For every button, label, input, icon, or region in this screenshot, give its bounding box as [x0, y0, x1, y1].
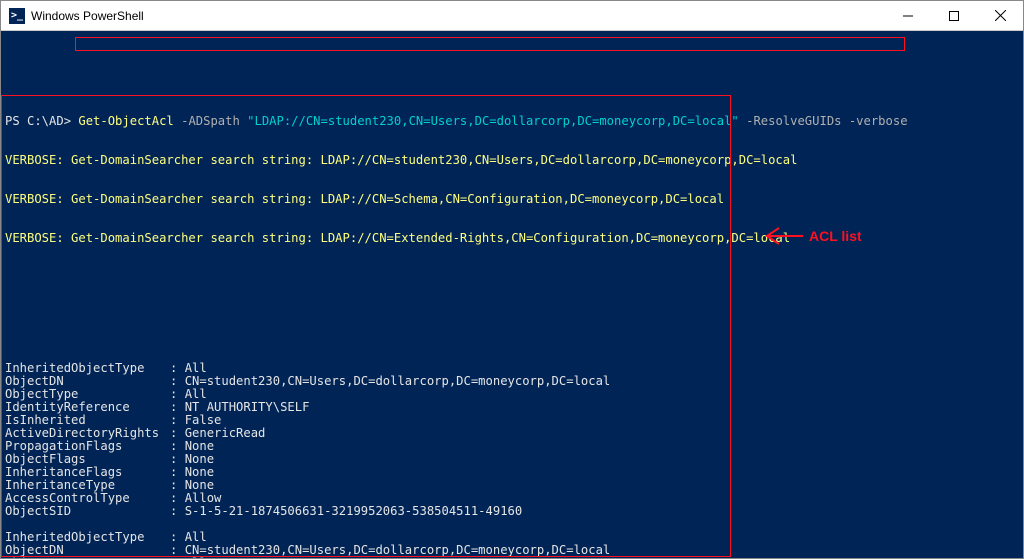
acl-field-key: ObjectType: [5, 557, 170, 558]
acl-field-value: None: [185, 465, 214, 479]
verbose-line: VERBOSE: Get-DomainSearcher search strin…: [5, 193, 1019, 206]
blank-line: [5, 310, 1019, 323]
command-line: PS C:\AD> Get-ObjectAcl -ADSpath "LDAP:/…: [5, 115, 1019, 128]
acl-field-value: None: [185, 478, 214, 492]
blank-line: [5, 271, 1019, 284]
acl-field-row: IdentityReference: NT AUTHORITY\SELF: [5, 401, 1019, 414]
powershell-icon: >_: [9, 8, 25, 24]
acl-field-value: All: [185, 530, 207, 544]
acl-field-row: InheritanceFlags: None: [5, 466, 1019, 479]
acl-field-row: ObjectDN: CN=student230,CN=Users,DC=doll…: [5, 544, 1019, 557]
param-adspath: -ADSpath: [174, 114, 247, 128]
acl-field-value: S-1-5-21-1874506631-3219952063-538504511…: [185, 504, 523, 518]
acl-field-key: ObjectSID: [5, 505, 170, 518]
acl-field-value: NT AUTHORITY\SELF: [185, 400, 310, 414]
verbose-line: VERBOSE: Get-DomainSearcher search strin…: [5, 232, 1019, 245]
blank-line: [5, 518, 1019, 531]
ldap-string: "LDAP://CN=student230,CN=Users,DC=dollar…: [247, 114, 739, 128]
acl-field-row: ObjectDN: CN=student230,CN=Users,DC=doll…: [5, 375, 1019, 388]
maximize-button[interactable]: [931, 1, 977, 30]
acl-field-row: ObjectFlags: None: [5, 453, 1019, 466]
acl-field-colon: :: [170, 557, 185, 558]
acl-field-value: None: [185, 452, 214, 466]
window-controls: [885, 1, 1023, 30]
acl-field-value: CN=student230,CN=Users,DC=dollarcorp,DC=…: [185, 374, 611, 388]
acl-field-row: InheritanceType: None: [5, 479, 1019, 492]
acl-field-colon: :: [170, 505, 185, 518]
minimize-button[interactable]: [885, 1, 931, 30]
acl-field-row: PropagationFlags: None: [5, 440, 1019, 453]
acl-field-value: All: [185, 387, 207, 401]
acl-field-row: ObjectType: All: [5, 388, 1019, 401]
window-title: Windows PowerShell: [31, 9, 885, 23]
verbose-line: VERBOSE: Get-DomainSearcher search strin…: [5, 154, 1019, 167]
param-tail: -ResolveGUIDs -verbose: [739, 114, 908, 128]
acl-field-value: CN=student230,CN=Users,DC=dollarcorp,DC=…: [185, 543, 611, 557]
cmdlet-name: Get-ObjectAcl: [78, 114, 173, 128]
acl-field-row: ObjectSID: S-1-5-21-1874506631-321995206…: [5, 505, 1019, 518]
acl-field-row: ObjectType: All: [5, 557, 1019, 558]
acl-field-value: False: [185, 413, 222, 427]
ps-prompt: PS C:\AD>: [5, 114, 78, 128]
acl-field-value: Allow: [185, 491, 222, 505]
acl-field-value: GenericRead: [185, 426, 266, 440]
acl-records: InheritedObjectType: AllObjectDN: CN=stu…: [5, 362, 1019, 558]
close-button[interactable]: [977, 1, 1023, 30]
acl-field-row: ActiveDirectoryRights: GenericRead: [5, 427, 1019, 440]
command-highlight-box: [75, 37, 905, 51]
acl-field-value: None: [185, 439, 214, 453]
acl-field-value: All: [185, 556, 207, 558]
titlebar[interactable]: >_ Windows PowerShell: [1, 1, 1023, 31]
terminal-area[interactable]: PS C:\AD> Get-ObjectAcl -ADSpath "LDAP:/…: [1, 31, 1023, 558]
powershell-window: >_ Windows PowerShell PS C:\AD> Get-Obje…: [0, 0, 1024, 559]
acl-field-value: All: [185, 361, 207, 375]
